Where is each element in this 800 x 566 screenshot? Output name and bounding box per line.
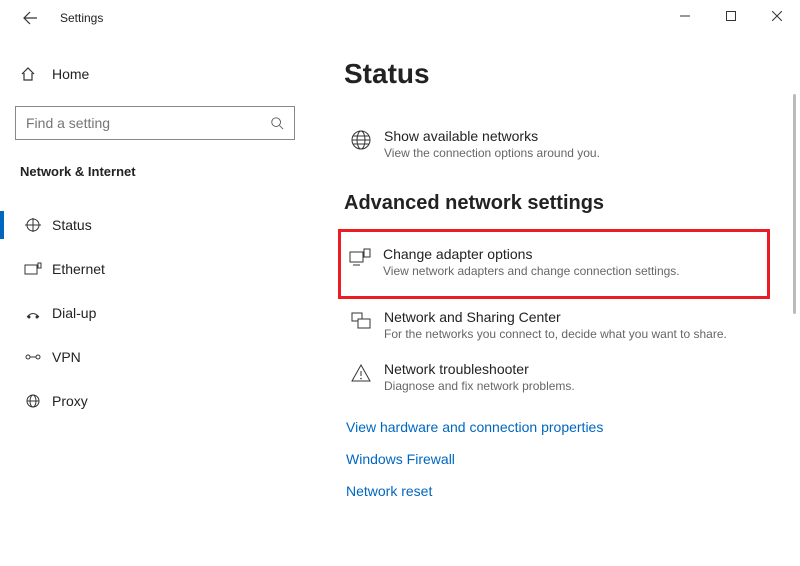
globe-icon — [344, 128, 378, 152]
category-header: Network & Internet — [15, 164, 295, 179]
maximize-icon — [726, 11, 736, 21]
proxy-icon — [20, 391, 46, 411]
sidebar-item-dialup[interactable]: Dial-up — [15, 291, 295, 335]
network-troubleshooter-option[interactable]: Network troubleshooter Diagnose and fix … — [344, 351, 770, 403]
home-label: Home — [52, 66, 89, 82]
home-nav-item[interactable]: Home — [15, 56, 295, 92]
close-button[interactable] — [754, 0, 800, 32]
option-desc: Diagnose and fix network problems. — [384, 379, 575, 393]
option-title: Network and Sharing Center — [384, 309, 727, 325]
sidebar-item-proxy[interactable]: Proxy — [15, 379, 295, 423]
window-title: Settings — [60, 11, 103, 25]
search-input-wrapper[interactable] — [15, 106, 295, 140]
section-heading: Advanced network settings — [344, 192, 770, 215]
page-title: Status — [344, 58, 770, 90]
sharing-icon — [344, 309, 378, 333]
network-sharing-center-option[interactable]: Network and Sharing Center For the netwo… — [344, 299, 770, 351]
sidebar-item-ethernet[interactable]: Ethernet — [15, 247, 295, 291]
change-adapter-options[interactable]: Change adapter options View network adap… — [343, 236, 761, 288]
scrollbar[interactable] — [793, 94, 796, 314]
vpn-icon — [20, 347, 46, 367]
sidebar-item-label: VPN — [52, 349, 81, 365]
sidebar-item-status[interactable]: Status — [15, 203, 295, 247]
home-icon — [20, 66, 46, 82]
option-desc: View the connection options around you. — [384, 146, 600, 160]
ethernet-icon — [20, 259, 46, 279]
minimize-button[interactable] — [662, 0, 708, 32]
sidebar-item-vpn[interactable]: VPN — [15, 335, 295, 379]
option-desc: For the networks you connect to, decide … — [384, 327, 727, 341]
search-input[interactable] — [26, 115, 270, 131]
show-available-networks-option[interactable]: Show available networks View the connect… — [344, 118, 770, 170]
close-icon — [772, 11, 782, 21]
status-icon — [20, 215, 46, 235]
warning-icon — [344, 361, 378, 385]
back-button[interactable] — [18, 6, 42, 30]
windows-firewall-link[interactable]: Windows Firewall — [346, 451, 770, 467]
network-reset-link[interactable]: Network reset — [346, 483, 770, 499]
view-hardware-link[interactable]: View hardware and connection properties — [346, 419, 770, 435]
option-title: Network troubleshooter — [384, 361, 575, 377]
dialup-icon — [20, 303, 46, 323]
minimize-icon — [680, 11, 690, 21]
sidebar-item-label: Ethernet — [52, 261, 105, 277]
highlight-annotation: Change adapter options View network adap… — [338, 229, 770, 299]
option-desc: View network adapters and change connect… — [383, 264, 680, 278]
search-icon — [270, 116, 284, 130]
maximize-button[interactable] — [708, 0, 754, 32]
sidebar-item-label: Proxy — [52, 393, 88, 409]
sidebar-item-label: Status — [52, 217, 92, 233]
adapter-icon — [343, 246, 377, 270]
option-title: Show available networks — [384, 128, 600, 144]
sidebar-item-label: Dial-up — [52, 305, 96, 321]
option-title: Change adapter options — [383, 246, 680, 262]
arrow-left-icon — [22, 10, 38, 26]
